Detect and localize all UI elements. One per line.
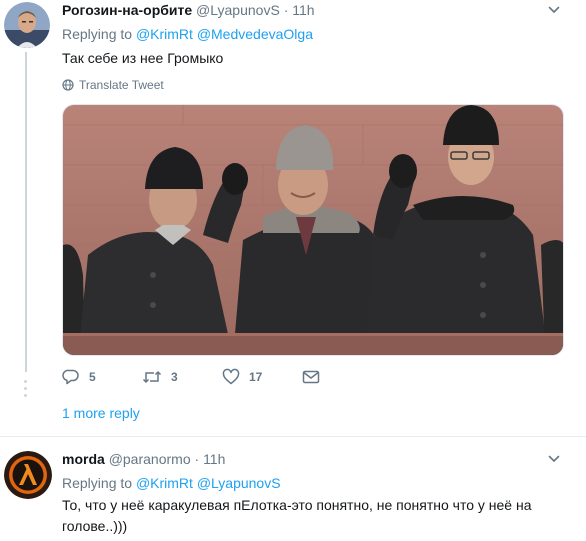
- thread-dots: [24, 380, 28, 401]
- author-handle[interactable]: @paranormo: [109, 451, 191, 467]
- reply-count: 5: [89, 370, 96, 384]
- more-replies-link[interactable]: 1 more reply: [62, 405, 140, 421]
- tweet-header: morda @paranormo · 11h: [62, 451, 225, 467]
- avatar[interactable]: [4, 451, 52, 499]
- heart-icon: [222, 368, 240, 385]
- avatar[interactable]: [4, 2, 50, 48]
- like-count: 17: [249, 370, 263, 384]
- replying-to: Replying to @KrimRt @LyapunovS: [62, 475, 281, 491]
- retweet-button[interactable]: 3: [142, 368, 178, 386]
- translate-label: Translate Tweet: [79, 78, 164, 92]
- tweet-header: Рогозин-на-орбите @LyapunovS · 11h: [62, 2, 315, 18]
- author-handle[interactable]: @LyapunovS: [196, 2, 280, 18]
- tweet-text: То, что у неё каракулевая пЕлотка-это по…: [62, 497, 532, 534]
- timestamp[interactable]: 11h: [292, 2, 314, 18]
- author-name[interactable]: Рогозин-на-орбите: [62, 2, 192, 18]
- tweet-reply-2: morda @paranormo · 11h Replying to @Krim…: [0, 436, 586, 541]
- tweet-text: Так себе из нее Громыко: [62, 50, 224, 66]
- replying-prefix: Replying to: [62, 475, 133, 491]
- replying-to: Replying to @KrimRt @MedvedevaOlga: [62, 26, 313, 42]
- globe-icon: [62, 79, 74, 91]
- separator-dot: ·: [283, 2, 289, 18]
- tweet-reply-1: Рогозин-на-орбите @LyapunovS · 11h Reply…: [0, 0, 586, 436]
- mention-link[interactable]: @KrimRt: [136, 26, 193, 42]
- tweet-photo[interactable]: [62, 104, 564, 356]
- mention-link[interactable]: @MedvedevaOlga: [197, 26, 313, 42]
- direct-message-button[interactable]: [302, 368, 320, 386]
- timestamp[interactable]: 11h: [203, 451, 225, 467]
- like-button[interactable]: 17: [222, 368, 262, 386]
- tweet-actions: 5 3 17: [62, 368, 362, 390]
- separator-dot: ·: [194, 451, 200, 467]
- caret-down-icon[interactable]: [548, 4, 560, 16]
- mention-link[interactable]: @KrimRt: [136, 475, 193, 491]
- retweet-icon: [142, 370, 162, 384]
- message-icon: [302, 370, 320, 384]
- reply-button[interactable]: 5: [62, 368, 96, 386]
- mention-link[interactable]: @LyapunovS: [197, 475, 281, 491]
- author-name[interactable]: morda: [62, 451, 105, 467]
- translate-tweet-link[interactable]: Translate Tweet: [62, 78, 164, 92]
- caret-down-icon[interactable]: [548, 453, 560, 465]
- replying-prefix: Replying to: [62, 26, 133, 42]
- reply-icon: [62, 369, 79, 385]
- thread-line: [25, 52, 27, 372]
- retweet-count: 3: [171, 370, 178, 384]
